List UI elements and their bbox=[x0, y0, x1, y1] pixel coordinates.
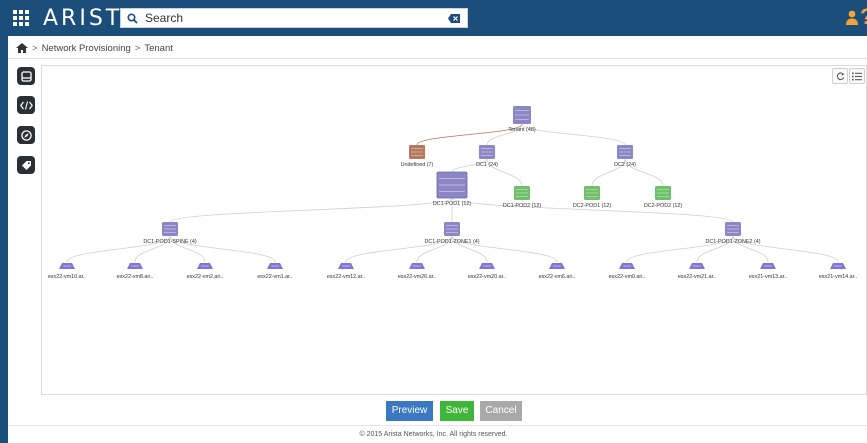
node-label: esx22-vm10.ar.. bbox=[48, 274, 86, 280]
topology-tree: Tenant (48) Undefined (7) DC1 (24) DC2 (24)… bbox=[48, 106, 857, 280]
node-label: DC1-POD2 (12) bbox=[503, 203, 542, 209]
topology-node-spine[interactable]: DC1-POD1-SPINE (4) bbox=[143, 222, 197, 245]
topology-node-tenant[interactable]: Tenant (48) bbox=[508, 106, 536, 133]
topology-node-l4[interactable]: esx22-vm1.ar.. bbox=[257, 263, 293, 280]
topology-node-l6[interactable]: esx22-vm26.ar.. bbox=[398, 263, 436, 280]
topology-edge bbox=[521, 123, 626, 146]
node-label: Undefined (7) bbox=[401, 162, 434, 168]
topology-node-zone2[interactable]: DC1-POD1-ZONE2 (4) bbox=[705, 222, 761, 245]
node-label: esx22-vm21.ar.. bbox=[678, 274, 716, 280]
topology-node-l1[interactable]: esx22-vm10.ar.. bbox=[48, 263, 86, 280]
node-label: DC2 (24) bbox=[614, 162, 636, 168]
node-label: esx22-vm2.ari.. bbox=[187, 274, 224, 280]
node-label: DC1-POD1-SPINE (4) bbox=[143, 239, 197, 245]
topology-node-l8[interactable]: esx22-vm6.ari.. bbox=[539, 263, 576, 280]
node-label: DC1 (24) bbox=[476, 162, 498, 168]
node-label: esx22-vm1.ar.. bbox=[257, 274, 292, 280]
node-label: DC2-POD1 (12) bbox=[573, 203, 612, 209]
node-label: esx22-vm0.ari.. bbox=[609, 274, 646, 280]
node-label: esx21-vm14.ar.. bbox=[819, 274, 857, 280]
node-label: esx22-vm20.ar.. bbox=[468, 274, 506, 280]
node-label: esx21-vm13.ar.. bbox=[749, 274, 787, 280]
topology-node-dc1[interactable]: DC1 (24) bbox=[476, 145, 498, 168]
save-button[interactable]: Save bbox=[440, 401, 474, 421]
node-label: DC1-POD1-ZONE1 (4) bbox=[424, 239, 479, 245]
node-label: DC2-POD2 (12) bbox=[644, 203, 683, 209]
node-label: esx22-vm6.ari.. bbox=[539, 274, 576, 280]
topology-node-dc2pod2[interactable]: DC2-POD2 (12) bbox=[644, 186, 683, 209]
node-label: esx22-vm8.ari.. bbox=[117, 274, 154, 280]
topology-node-l11[interactable]: esx21-vm13.ar.. bbox=[749, 263, 787, 280]
footer-divider bbox=[8, 425, 867, 426]
topology-node-l12[interactable]: esx21-vm14.ar.. bbox=[819, 263, 857, 280]
topology-node-l5[interactable]: esx22-vm12.ar.. bbox=[327, 263, 365, 280]
topology-node-zone1[interactable]: DC1-POD1-ZONE1 (4) bbox=[424, 222, 480, 245]
topology-node-l10[interactable]: esx22-vm21.ar.. bbox=[678, 263, 716, 280]
topology-node-dc2[interactable]: DC2 (24) bbox=[614, 145, 636, 168]
node-label: DC1-POD1-ZONE2 (4) bbox=[705, 239, 760, 245]
topology-edge bbox=[416, 123, 523, 146]
topology-edge bbox=[451, 197, 734, 223]
topology-edge bbox=[169, 197, 453, 223]
topology-node-dc1pod2[interactable]: DC1-POD2 (12) bbox=[503, 186, 542, 209]
node-label: Tenant (48) bbox=[508, 127, 535, 133]
copyright-footer: © 2015 Arista Networks, Inc. All rights … bbox=[359, 431, 508, 438]
cancel-button[interactable]: Cancel bbox=[480, 401, 522, 421]
topology-node-l3[interactable]: esx22-vm2.ari.. bbox=[187, 263, 224, 280]
topology-node-dc1pod1[interactable]: DC1-POD1 (12) bbox=[433, 171, 472, 207]
preview-button[interactable]: Preview bbox=[386, 401, 433, 421]
topology-node-dc2pod1[interactable]: DC2-POD1 (12) bbox=[573, 186, 612, 209]
topology-node-l9[interactable]: esx22-vm0.ari.. bbox=[609, 263, 646, 280]
node-label: DC1-POD1 (12) bbox=[433, 201, 472, 207]
topology-node-l2[interactable]: esx22-vm8.ari.. bbox=[117, 263, 154, 280]
node-label: esx22-vm26.ar.. bbox=[398, 274, 436, 280]
topology-node-undefined[interactable]: Undefined (7) bbox=[401, 145, 434, 168]
topology-node-l7[interactable]: esx22-vm20.ar.. bbox=[468, 263, 506, 280]
node-label: esx22-vm12.ar.. bbox=[327, 274, 365, 280]
